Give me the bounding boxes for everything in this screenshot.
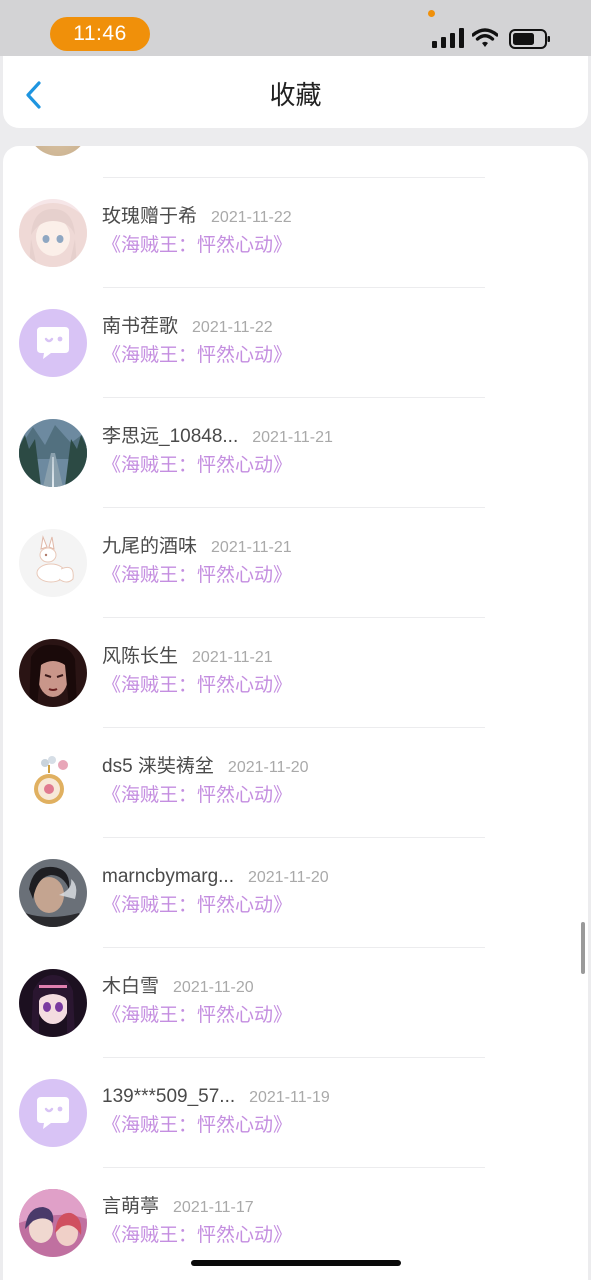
anime-girl-avatar-icon[interactable]: [19, 199, 87, 267]
user-name: ds5 涞奘祷坌 2021-11-20: [102, 756, 309, 777]
favorite-date: 2021-11-20: [173, 979, 254, 996]
favorite-date: 2021-11-17: [173, 1199, 254, 1216]
smoke-portrait-avatar-icon[interactable]: [19, 859, 87, 927]
dark-portrait-avatar-icon[interactable]: [19, 639, 87, 707]
divider: [103, 947, 485, 948]
divider: [103, 177, 485, 178]
user-name: 玫瑰赠于希 2021-11-22: [102, 206, 292, 227]
battery-icon: [509, 29, 550, 49]
divider: [103, 1057, 485, 1058]
divider: [103, 1167, 485, 1168]
divider: [103, 837, 485, 838]
wifi-icon: [472, 28, 498, 47]
partial-avatar: [26, 146, 90, 156]
work-title-link[interactable]: 《海贼王：怦然心动》: [102, 344, 292, 368]
list-item[interactable]: 李思远_10848... 2021-11-21 《海贼王：怦然心动》: [3, 399, 588, 509]
favorite-date: 2021-11-22: [211, 209, 292, 226]
divider: [103, 397, 485, 398]
work-title-link[interactable]: 《海贼王：怦然心动》: [102, 674, 292, 698]
home-indicator[interactable]: [191, 1260, 401, 1266]
anime-dark-hair-avatar-icon[interactable]: [19, 969, 87, 1037]
default-chat-avatar-icon[interactable]: [19, 309, 87, 377]
user-name: 木白雪 2021-11-20: [102, 976, 254, 997]
favorite-date: 2021-11-21: [192, 649, 273, 666]
anime-pair-avatar-icon[interactable]: [19, 1189, 87, 1257]
list-item[interactable]: ds5 涞奘祷坌 2021-11-20 《海贼王：怦然心动》: [3, 729, 588, 839]
list-item[interactable]: 木白雪 2021-11-20 《海贼王：怦然心动》: [3, 949, 588, 1059]
user-name: 李思远_10848... 2021-11-21: [102, 426, 333, 447]
favorite-date: 2021-11-20: [247, 869, 329, 886]
status-time: 11:46: [50, 17, 150, 51]
white-fox-avatar-icon[interactable]: [19, 529, 87, 597]
favorite-date: 2021-11-21: [252, 429, 333, 446]
work-title-link[interactable]: 《海贼王：怦然心动》: [102, 894, 292, 918]
divider: [103, 287, 485, 288]
user-name: 九尾的酒味 2021-11-21: [102, 536, 292, 557]
work-title-link[interactable]: 《海贼王：怦然心动》: [102, 1004, 292, 1028]
user-name: marncbymarg... 2021-11-20: [102, 866, 329, 887]
divider: [103, 727, 485, 728]
divider: [103, 617, 485, 618]
favorite-date: 2021-11-19: [249, 1089, 330, 1106]
list-item[interactable]: 九尾的酒味 2021-11-21 《海贼王：怦然心动》: [3, 509, 588, 619]
work-title-link[interactable]: 《海贼王：怦然心动》: [102, 1224, 292, 1248]
navigation-bar: 收藏: [3, 56, 588, 128]
work-title-link[interactable]: 《海贼王：怦然心动》: [102, 454, 292, 478]
favorite-date: 2021-11-22: [192, 319, 273, 336]
user-name: 言萌葶 2021-11-17: [102, 1196, 254, 1217]
work-title-link[interactable]: 《海贼王：怦然心动》: [102, 234, 292, 258]
list-item[interactable]: marncbymarg... 2021-11-20 《海贼王：怦然心动》: [3, 839, 588, 949]
work-title-link[interactable]: 《海贼王：怦然心动》: [102, 564, 292, 588]
default-chat-avatar-icon[interactable]: [19, 1079, 87, 1147]
favorites-list[interactable]: 玫瑰赠于希 2021-11-22 《海贼王：怦然心动》 南书茬歌 2021-11-2…: [3, 146, 588, 1280]
scrollbar-thumb[interactable]: [581, 922, 585, 974]
user-name: 南书茬歌 2021-11-22: [102, 316, 273, 337]
recording-dot-icon: [428, 10, 435, 17]
list-item[interactable]: 风陈长生 2021-11-21 《海贼王：怦然心动》: [3, 619, 588, 729]
cellular-signal-icon: [432, 28, 464, 48]
user-name: 139***509_57... 2021-11-19: [102, 1086, 330, 1107]
work-title-link[interactable]: 《海贼王：怦然心动》: [102, 1114, 292, 1138]
page-title: 收藏: [269, 80, 322, 110]
forest-road-avatar-icon[interactable]: [19, 419, 87, 487]
status-bar: 11:46: [0, 0, 591, 56]
list-item[interactable]: 玫瑰赠于希 2021-11-22 《海贼王：怦然心动》: [3, 179, 588, 289]
favorite-date: 2021-11-21: [211, 539, 292, 556]
favorite-date: 2021-11-20: [227, 759, 309, 776]
list-item[interactable]: 139***509_57... 2021-11-19 《海贼王：怦然心动》: [3, 1059, 588, 1169]
work-title-link[interactable]: 《海贼王：怦然心动》: [102, 784, 292, 808]
pocket-watch-avatar-icon[interactable]: [19, 749, 87, 817]
user-name: 风陈长生 2021-11-21: [102, 646, 273, 667]
divider: [103, 507, 485, 508]
list-item[interactable]: 南书茬歌 2021-11-22 《海贼王：怦然心动》: [3, 289, 588, 399]
